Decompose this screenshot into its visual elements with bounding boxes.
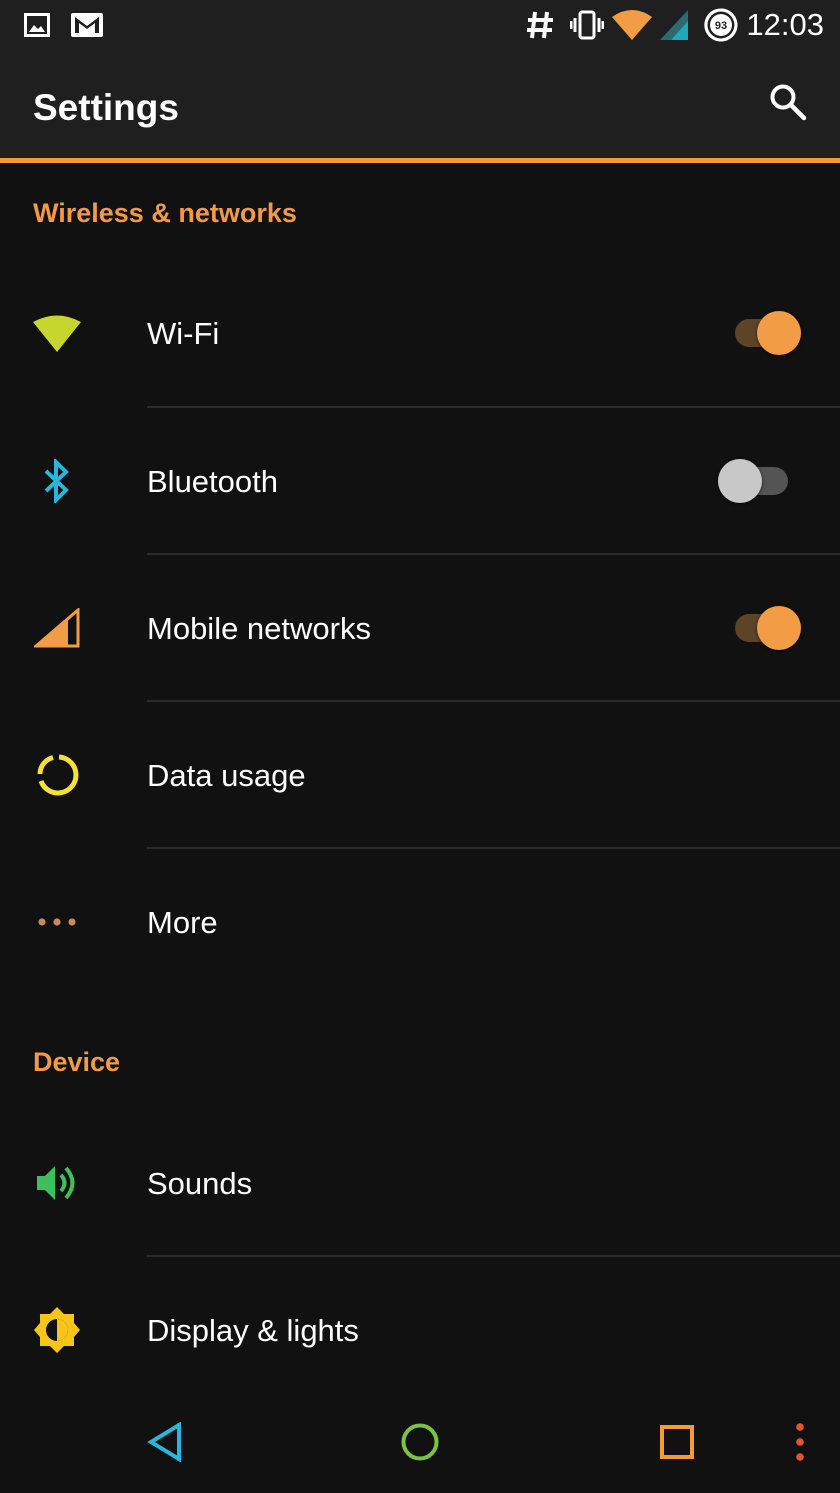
volume-icon: [22, 1153, 92, 1213]
clock: 12:03: [746, 7, 824, 42]
settings-item-sounds[interactable]: Sounds: [0, 1110, 840, 1257]
section-header-wireless: Wireless & networks: [33, 198, 297, 228]
wifi-icon: [22, 303, 92, 363]
page-title: Settings: [33, 87, 179, 128]
bluetooth-toggle[interactable]: [718, 459, 788, 503]
vibrate-icon: [570, 0, 604, 50]
settings-item-label: Wi-Fi: [147, 316, 220, 351]
battery-level: 93: [715, 20, 727, 32]
wifi-toggle[interactable]: [735, 311, 805, 355]
settings-item-more[interactable]: More: [0, 849, 840, 996]
gmail-icon: [70, 0, 104, 50]
menu-dots-icon: [795, 1422, 805, 1467]
settings-item-label: Mobile networks: [147, 611, 371, 646]
toolbar: Settings: [0, 50, 840, 158]
toggle-thumb: [757, 311, 801, 355]
search-icon: [769, 83, 807, 126]
toggle-thumb: [757, 606, 801, 650]
cell-signal-icon: [658, 0, 690, 50]
overflow-menu-button[interactable]: [780, 1395, 820, 1493]
settings-item-label: Display & lights: [147, 1313, 359, 1348]
settings-item-mobile-networks[interactable]: Mobile networks: [0, 555, 840, 702]
more-dots-icon: [22, 892, 92, 952]
image-icon: [22, 0, 52, 50]
settings-item-label: More: [147, 905, 218, 940]
settings-item-label: Data usage: [147, 758, 306, 793]
toolbar-accent-line: [0, 158, 840, 163]
search-button[interactable]: [756, 72, 820, 136]
bluetooth-icon: [22, 451, 92, 511]
wifi-icon: [610, 0, 654, 50]
battery-icon: 93: [703, 0, 739, 50]
hash-icon: [524, 0, 556, 50]
brightness-icon: [22, 1300, 92, 1360]
data-usage-icon: [22, 745, 92, 805]
mobile-networks-toggle[interactable]: [735, 606, 805, 650]
settings-item-bluetooth[interactable]: Bluetooth: [0, 408, 840, 555]
home-button[interactable]: [385, 1395, 455, 1493]
navigation-bar: [0, 1395, 840, 1493]
settings-item-wifi[interactable]: Wi-Fi: [0, 260, 840, 407]
toggle-thumb: [718, 459, 762, 503]
recents-icon: [659, 1424, 695, 1465]
settings-item-label: Sounds: [147, 1166, 253, 1201]
cell-signal-icon: [22, 598, 92, 658]
recents-button[interactable]: [642, 1395, 712, 1493]
settings-item-data-usage[interactable]: Data usage: [0, 702, 840, 849]
settings-item-label: Bluetooth: [147, 464, 278, 499]
back-icon: [147, 1420, 183, 1467]
settings-item-display[interactable]: Display & lights: [0, 1257, 840, 1404]
section-header-device: Device: [33, 1047, 121, 1077]
home-icon: [400, 1422, 440, 1467]
status-bar: 93 12:03: [0, 0, 840, 50]
back-button[interactable]: [130, 1395, 200, 1493]
